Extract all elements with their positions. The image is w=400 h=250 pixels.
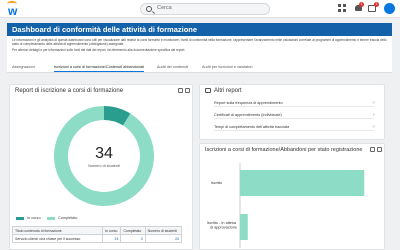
table-header[interactable]: In corso: [101, 226, 122, 235]
search-placeholder: Cerca: [157, 5, 172, 11]
tab-audit-contenuti[interactable]: Audit dei contenuti: [157, 65, 188, 72]
expand-icon[interactable]: [185, 88, 190, 93]
top-bar: w Cerca 1 1: [0, 0, 400, 18]
table-header[interactable]: Titolo contenuto di formazione: [12, 226, 103, 235]
notifications-bell-icon[interactable]: 1: [354, 2, 364, 13]
chevron-right-icon: ›: [373, 124, 375, 130]
search-icon: [146, 6, 152, 12]
user-avatar[interactable]: [384, 3, 395, 14]
table-cell-studenti[interactable]: 24: [144, 234, 183, 243]
enrollment-table: Titolo contenuto di formazione In corso …: [12, 226, 183, 243]
table-cell-completato[interactable]: 0: [120, 234, 146, 243]
apps-grid-icon[interactable]: [338, 4, 347, 13]
tab-assegnazioni[interactable]: Assegnazioni: [12, 65, 35, 72]
other-reports-title: Altri report: [214, 88, 242, 94]
card-title: Iscrizioni a corsi di formazione/Abbando…: [205, 147, 363, 153]
tab-audit-iscrizioni[interactable]: Audit per iscrizioni e valutatori: [202, 65, 252, 72]
legend-swatch-in-corso: [16, 216, 24, 220]
registration-status-card: Iscrizioni a corsi di formazione/Abbando…: [199, 143, 385, 250]
card-actions: [368, 147, 382, 154]
donut-legend: In corso Completato: [16, 216, 77, 220]
legend-completato: Completato: [57, 216, 78, 220]
table-cell-in-corso[interactable]: 24: [101, 234, 122, 243]
table-header-row: Titolo contenuto di formazione In corso …: [12, 226, 183, 235]
search-input[interactable]: Cerca: [140, 3, 270, 15]
inbox-icon[interactable]: 1: [368, 2, 379, 13]
report-link[interactable]: Certificati di apprendimento (individual…: [214, 113, 374, 119]
tab-iscrizioni[interactable]: Iscrizioni a corsi di formazione/Contenu…: [54, 65, 145, 72]
workday-logo[interactable]: w: [5, 1, 21, 18]
page-description: Le informazioni e gli analytics di quest…: [7, 36, 392, 66]
page-title: Dashboard di conformità delle attività d…: [7, 23, 392, 36]
chevron-right-icon: ›: [373, 100, 375, 106]
tab-bar: Assegnazioni Iscrizioni a corsi di forma…: [7, 63, 392, 73]
description-paragraph-1: Le informazioni e gli analytics di quest…: [12, 38, 387, 47]
table-row: Servizio clienti: una chiave per il succ…: [12, 234, 183, 243]
filter-icon[interactable]: [178, 88, 183, 93]
inbox-badge: 1: [374, 2, 379, 7]
description-paragraph-2: Per ulteriori dettagli e per informazion…: [12, 47, 186, 52]
camera-icon: [205, 88, 211, 93]
card-actions: [176, 88, 190, 95]
report-link[interactable]: Tempi di completamento dell'attività tra…: [214, 125, 374, 131]
chevron-right-icon: ›: [373, 112, 375, 118]
filter-icon[interactable]: [370, 147, 375, 152]
legend-in-corso: In corso: [27, 216, 41, 220]
expand-icon[interactable]: [377, 147, 382, 152]
card-title: Report di iscrizione a corsi di formazio…: [15, 88, 124, 94]
table-header[interactable]: Numero di studenti: [144, 226, 183, 235]
table-cell-title: Servizio clienti: una chiave per il succ…: [12, 234, 103, 243]
notifications-badge: 1: [359, 2, 364, 7]
report-link[interactable]: Report sulla frequenza di apprendimento: [214, 101, 374, 107]
other-reports-card: Altri report: [199, 84, 385, 140]
legend-swatch-completato: [46, 216, 55, 220]
table-header[interactable]: Completato: [120, 226, 146, 235]
